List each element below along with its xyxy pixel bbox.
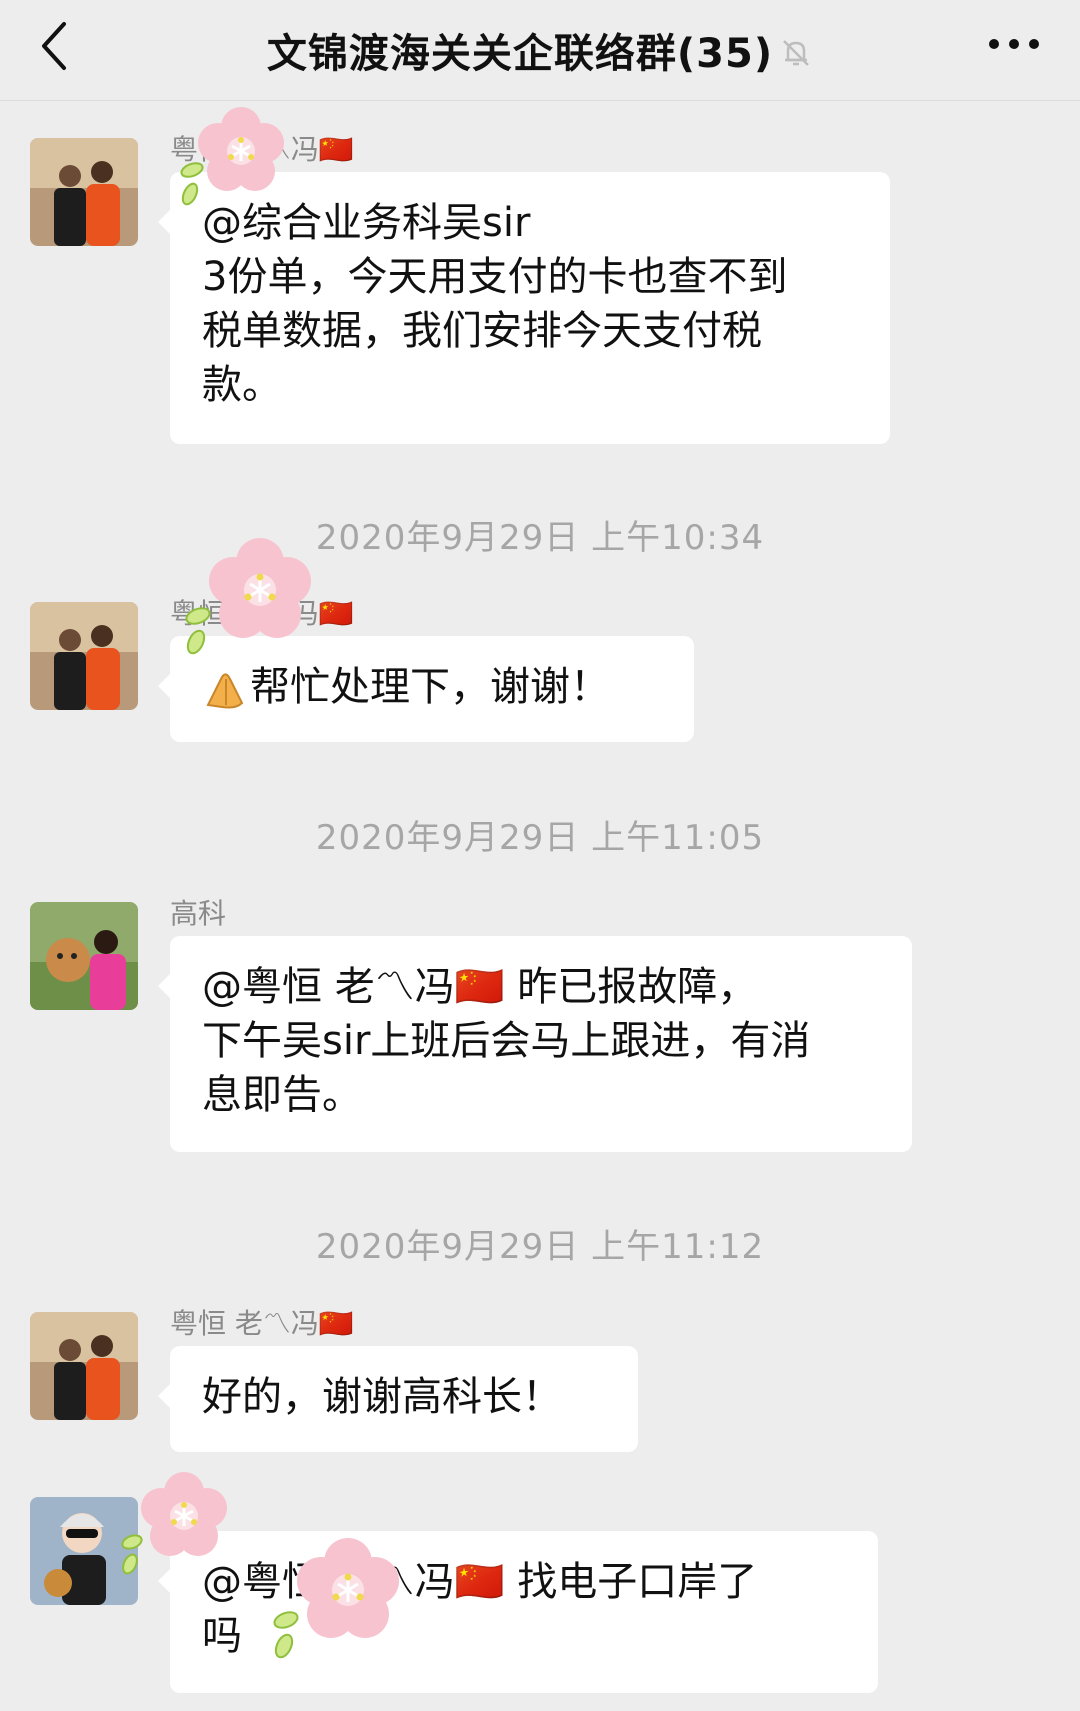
message-line: 税单数据，我们安排今天支付税 bbox=[202, 308, 762, 354]
timestamp: 2020年9月29日 上午11:05 bbox=[315, 818, 765, 858]
more-button[interactable] bbox=[984, 24, 1044, 64]
message-bubble-4[interactable]: 好的，谢谢高科长！ bbox=[158, 1346, 638, 1452]
message-line: 息即告。 bbox=[202, 1072, 362, 1118]
message-line: 好的，谢谢高科长！ bbox=[202, 1374, 562, 1420]
chat-header: 文锦渡海关关企联络群(35) bbox=[0, 0, 1080, 101]
timestamp: 2020年9月29日 上午10:34 bbox=[315, 518, 765, 558]
avatar-sender-4[interactable] bbox=[30, 1312, 138, 1420]
avatar-sender-1[interactable] bbox=[30, 138, 138, 246]
avatar-sender-3[interactable] bbox=[30, 902, 138, 1010]
flower-sticker-icon bbox=[121, 1472, 227, 1575]
message-line: @综合业务科吴sir bbox=[202, 200, 531, 246]
sender-name: 高科 bbox=[170, 897, 227, 930]
muted-bell-icon bbox=[783, 40, 809, 66]
back-button[interactable] bbox=[36, 16, 76, 76]
flower-sticker-icon bbox=[185, 538, 311, 655]
timestamp: 2020年9月29日 上午11:12 bbox=[315, 1227, 765, 1267]
message-line: 下午吴sir上班后会马上跟进，有消 bbox=[202, 1018, 811, 1064]
avatar-sender-2[interactable] bbox=[30, 602, 138, 710]
back-chevron-icon bbox=[42, 22, 66, 70]
message-line: 3份单，今天用支付的卡也查不到 bbox=[202, 254, 788, 300]
pray-hands-emoji-icon bbox=[206, 673, 244, 709]
more-dots-icon bbox=[989, 39, 1039, 49]
message-line: @粤恒 老〽冯🇨🇳 昨已报故障， bbox=[202, 964, 758, 1010]
flower-sticker-icon bbox=[180, 107, 284, 206]
message-line: 款。 bbox=[202, 362, 282, 408]
message-bubble-3[interactable]: @粤恒 老〽冯🇨🇳 昨已报故障， 下午吴sir上班后会马上跟进，有消 息即告。 bbox=[158, 936, 912, 1152]
title-wrap: 文锦渡海关关企联络群(35) bbox=[0, 0, 1080, 100]
chat-title: 文锦渡海关关企联络群(35) bbox=[266, 31, 774, 77]
sender-name: 粤恒 老〽冯🇨🇳 bbox=[170, 1307, 354, 1340]
flower-sticker-icon bbox=[273, 1538, 399, 1659]
